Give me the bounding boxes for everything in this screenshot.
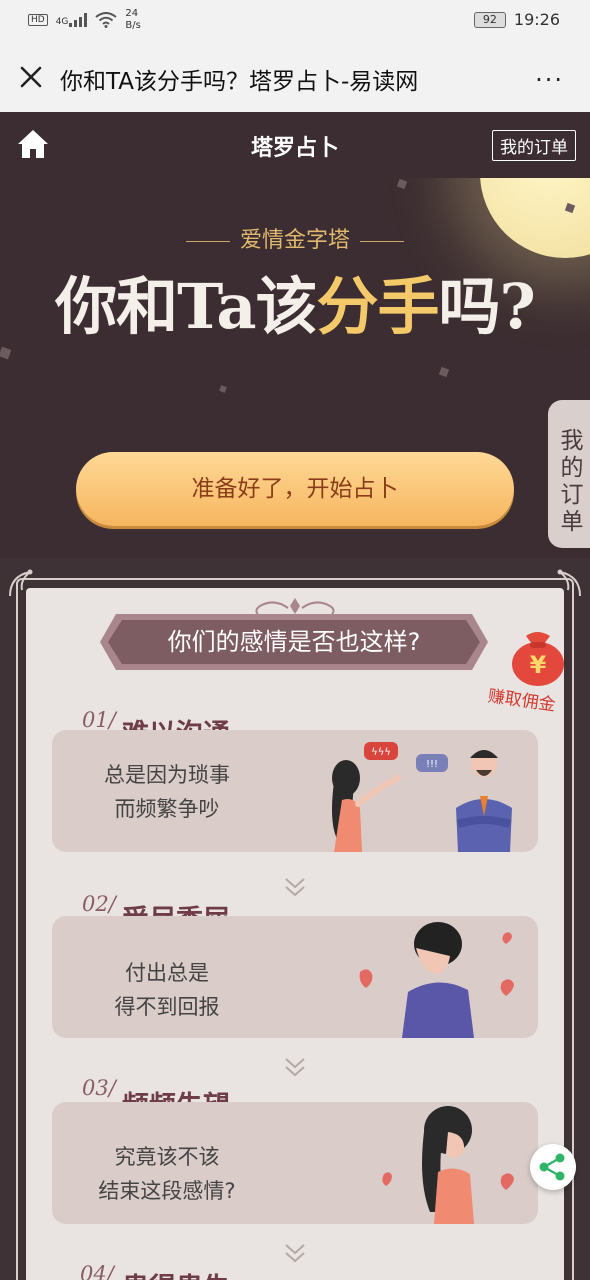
my-orders-side-tab[interactable]: 我的订单 [548, 400, 590, 548]
browser-title-bar: 你和TA该分手吗？塔罗占卜-易读网 ··· [0, 44, 590, 112]
hero-section: 爱情金字塔 你和Ta该分手吗? 准备好了，开始占卜 [0, 178, 590, 558]
hd-indicator: HD [28, 14, 48, 26]
card-line-1: 究竟该不该 [114, 1145, 220, 1169]
confetti [438, 366, 450, 378]
svg-text:ϟϟϟ: ϟϟϟ [371, 747, 391, 758]
chevron-down-icon [285, 1058, 305, 1077]
status-bar: HD 4G 24 B/s 92 19:26 [0, 0, 590, 44]
card-line-2: 结束这段感情? [98, 1179, 236, 1203]
disappointed-woman-illustration [382, 1106, 514, 1224]
card-line-1: 付出总是 [125, 961, 209, 985]
item-title: 患得患失 [122, 1266, 230, 1280]
symptom-card: 付出总是 得不到回报 [52, 916, 538, 1038]
card-line-2: 得不到回报 [114, 995, 220, 1019]
confetti [219, 385, 227, 393]
hero-subtitle: 爱情金字塔 [0, 222, 590, 254]
start-reading-button[interactable]: 准备好了，开始占卜 [76, 452, 514, 526]
network-speed: 24 B/s [125, 8, 140, 32]
svg-text:!!!: !!! [426, 759, 438, 770]
card-text: 总是因为琐事 而频繁争吵 [52, 758, 282, 826]
arguing-couple-illustration: ϟϟϟ !!! [332, 742, 512, 852]
hero-title-part1: 你和Ta该 [55, 270, 317, 343]
wifi-icon [95, 12, 118, 28]
my-orders-button[interactable]: 我的订单 [492, 130, 576, 161]
chevron-down-icon [285, 878, 305, 897]
item-number: 04/ [80, 1262, 114, 1280]
symptom-card: 究竟该不该 结束这段感情? [52, 1102, 538, 1224]
chevron-down-icon [285, 1244, 305, 1263]
money-bag-icon[interactable]: ¥ [504, 624, 570, 690]
network-type: 4G [55, 17, 69, 27]
item-number: 01/ [82, 708, 116, 732]
svg-text:¥: ¥ [530, 651, 547, 679]
confetti [0, 346, 12, 360]
signal-icon: 4G [56, 13, 88, 27]
hero-subtitle-text: 爱情金字塔 [239, 228, 350, 253]
symptom-card: 总是因为琐事 而频繁争吵 ϟϟϟ !!! [52, 730, 538, 852]
share-button[interactable] [530, 1144, 576, 1190]
speed-value: 24 [125, 8, 139, 19]
card-line-1: 总是因为琐事 [104, 763, 230, 787]
page-title: 你和TA该分手吗？塔罗占卜-易读网 [60, 69, 419, 95]
hero-title-part2: 吗? [438, 270, 536, 343]
card-text: 究竟该不该 结束这段感情? [52, 1140, 282, 1208]
battery-icon: 92 [473, 11, 506, 28]
speed-unit: B/s [125, 20, 141, 31]
card-text: 付出总是 得不到回报 [52, 956, 282, 1024]
question-banner: 你们的感情是否也这样? [108, 620, 480, 664]
close-icon[interactable] [16, 62, 46, 92]
clock: 19:26 [513, 10, 560, 29]
confetti [396, 178, 408, 190]
share-icon [539, 1153, 565, 1181]
card-line-2: 而频繁争吵 [114, 797, 220, 821]
banner-ornament [255, 598, 335, 615]
item-number: 02/ [82, 892, 116, 916]
more-options-icon[interactable]: ··· [535, 66, 564, 94]
app-header: 塔罗占卜 我的订单 [0, 112, 590, 178]
hero-title-highlight: 分手 [316, 270, 440, 343]
hero-title: 你和Ta该分手吗? [0, 256, 590, 346]
sad-man-illustration [359, 922, 514, 1038]
item-number: 03/ [82, 1076, 116, 1100]
